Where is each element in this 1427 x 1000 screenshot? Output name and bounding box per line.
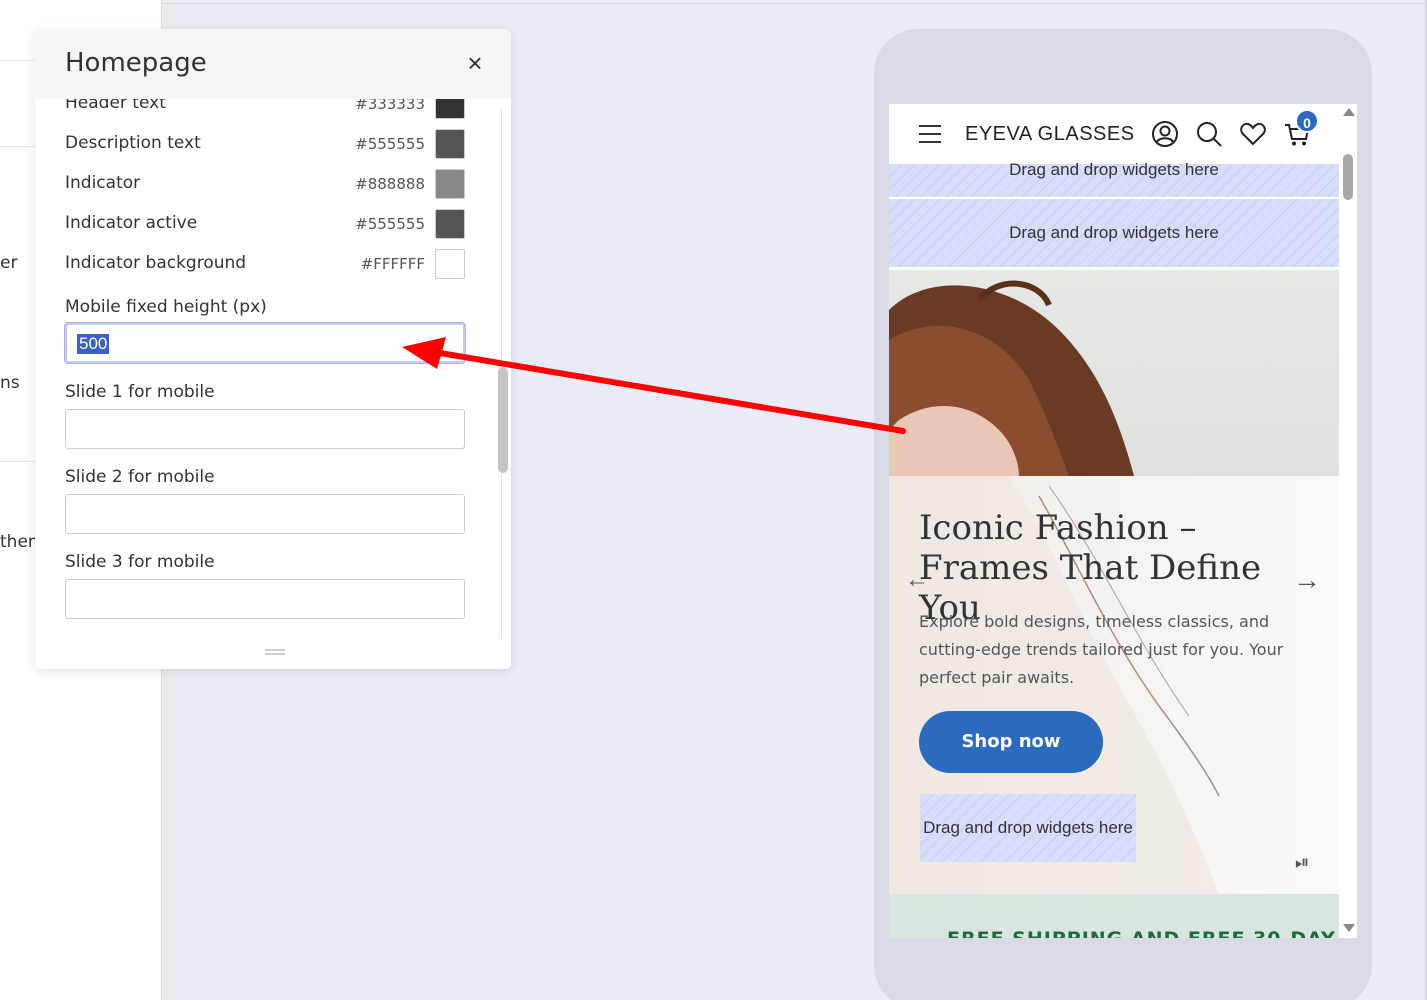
brand-logo[interactable]: EYEVA GLASSES: [965, 123, 1135, 146]
color-label: Description text: [65, 133, 201, 153]
scroll-down-icon[interactable]: [1343, 924, 1355, 932]
color-swatch[interactable]: [435, 129, 465, 159]
color-swatch[interactable]: [435, 99, 465, 119]
color-swatch[interactable]: [435, 169, 465, 199]
dropzone-text: Drag and drop widgets here: [1009, 223, 1219, 242]
heart-icon[interactable]: [1239, 120, 1267, 148]
color-hex: #333333: [355, 99, 425, 113]
dropzone-text: Drag and drop widgets here: [923, 818, 1133, 837]
resize-handle[interactable]: [265, 649, 285, 655]
hero-image: [889, 270, 1339, 476]
shipping-banner-text: FREE SHIPPING AND FREE 30-DAY: [947, 928, 1336, 938]
color-label: Indicator background: [65, 253, 247, 273]
slide-3-label: Slide 3 for mobile: [65, 552, 215, 572]
scroll-up-icon[interactable]: [1343, 108, 1355, 116]
slide-1-label: Slide 1 for mobile: [65, 382, 215, 402]
menu-icon[interactable]: [919, 125, 941, 143]
panel-title: Homepage: [65, 48, 207, 78]
cart-count-badge: 0: [1295, 109, 1319, 133]
sidebar-text-fragment[interactable]: er: [0, 253, 17, 273]
account-icon[interactable]: [1151, 120, 1179, 148]
arrow-right-icon[interactable]: →: [1293, 564, 1321, 596]
slide-2-input[interactable]: [65, 494, 465, 534]
hero-description: Explore bold designs, timeless classics,…: [919, 612, 1284, 687]
scrollbar-thumb[interactable]: [498, 367, 508, 473]
panel-header: Homepage ×: [35, 29, 511, 99]
mobile-preview-screen: EYEVA GLASSES 0 Drag and drop widgets he…: [889, 104, 1357, 938]
scrollbar-thumb[interactable]: [1343, 154, 1353, 200]
close-icon[interactable]: ×: [463, 50, 487, 76]
slide-1-input[interactable]: [65, 409, 465, 449]
color-swatch[interactable]: [435, 249, 465, 279]
color-hex: #555555: [355, 135, 425, 153]
mobile-height-label: Mobile fixed height (px): [65, 297, 267, 317]
color-hex: #FFFFFF: [360, 255, 425, 273]
canvas-top-border: [162, 3, 1427, 4]
widget-dropzone[interactable]: Drag and drop widgets here: [920, 794, 1136, 862]
widget-dropzone-partial[interactable]: Drag and drop widgets here: [889, 161, 1339, 197]
site-header: EYEVA GLASSES 0: [889, 104, 1339, 164]
panel-scrollbar[interactable]: [497, 109, 511, 639]
sidebar-text-fragment[interactable]: ns: [0, 373, 20, 393]
color-label: Indicator: [65, 173, 141, 193]
widget-dropzone[interactable]: Drag and drop widgets here: [889, 199, 1339, 267]
arrow-left-icon[interactable]: ←: [905, 566, 929, 594]
play-pause-icon[interactable]: ⏯: [1295, 852, 1309, 873]
dropzone-text: Drag and drop widgets here: [1009, 160, 1219, 179]
color-label: Indicator active: [65, 213, 198, 233]
shop-now-button[interactable]: Shop now: [919, 711, 1103, 773]
color-row-indicator-active: Indicator active #555555: [65, 209, 465, 239]
shipping-banner: FREE SHIPPING AND FREE 30-DAY: [889, 894, 1339, 938]
color-row-header-text: Header text #333333: [65, 99, 465, 119]
color-hex: #555555: [355, 215, 425, 233]
color-swatch[interactable]: [435, 209, 465, 239]
hero-slider: Iconic Fashion – Frames That Define You …: [889, 270, 1339, 894]
search-icon[interactable]: [1195, 120, 1223, 148]
color-label: Header text: [65, 99, 166, 113]
mobile-height-value[interactable]: 500: [77, 334, 110, 354]
settings-panel: Homepage × Header text #333333 Descripti…: [35, 29, 511, 669]
preview-scrollbar[interactable]: [1340, 104, 1357, 938]
mobile-height-input[interactable]: 500: [65, 323, 465, 363]
slide-2-label: Slide 2 for mobile: [65, 467, 215, 487]
color-row-description-text: Description text #555555: [65, 129, 465, 159]
color-row-indicator-background: Indicator background #FFFFFF: [65, 249, 465, 279]
color-hex: #888888: [355, 175, 425, 193]
color-row-indicator: Indicator #888888: [65, 169, 465, 199]
panel-body: Header text #333333 Description text #55…: [35, 99, 497, 639]
hero-photo: [889, 280, 1134, 476]
slide-3-input[interactable]: [65, 579, 465, 619]
